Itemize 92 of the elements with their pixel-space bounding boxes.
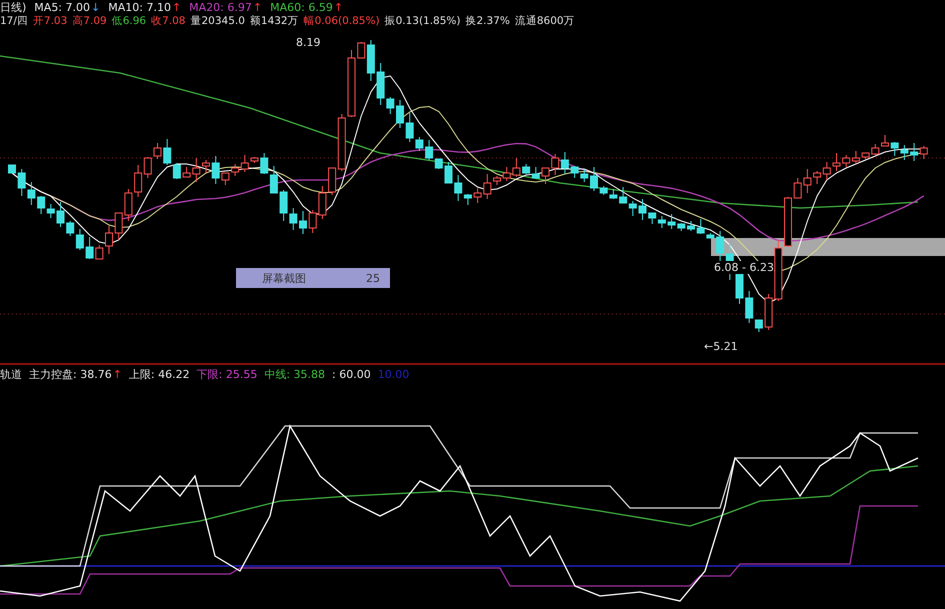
trend-arrow: ↑ [172,0,182,14]
moving-average-value: MA5: 7.00 [34,0,90,14]
candlestick [658,216,666,228]
candlestick [299,210,307,234]
candlestick [609,188,618,200]
candlestick [890,142,899,156]
candlestick [900,144,908,160]
candlestick [542,168,550,184]
candlestick [270,166,278,194]
quote-field: 额1432万 [250,14,299,28]
candlestick [794,178,802,198]
price-range-label: 6.08 - 6.23 [714,261,774,274]
candlestick [493,176,501,186]
candlestick [813,170,822,184]
candlestick [231,164,240,176]
indicator-value: 10.00 [378,368,410,380]
candlestick [396,100,404,128]
candlestick [46,204,55,218]
quote-field: 幅0.06(0.85%) [304,14,380,28]
candlestick [18,168,26,196]
high-price-label: 8.19 [296,36,320,49]
candlestick [920,146,928,160]
candlestick [628,200,637,216]
candlestick [619,186,628,204]
tooltip-title: 屏幕截图 [262,270,306,286]
candlestick [308,210,317,234]
chart-period: 日线) [0,0,26,14]
indicator-value: 中线: 35.88 [264,368,326,380]
indicator-value: 主力控盘: 38.76 [29,368,112,380]
candlestick [76,228,84,250]
candlestick [289,208,298,230]
candlestick [502,166,511,182]
candlestick [37,196,46,214]
candlestick [551,154,560,176]
candlestick [444,162,452,184]
indicator-value: : 60.00 [332,368,371,380]
quote-field: 高7.09 [72,14,107,28]
candlestick [881,134,889,146]
candlestick [240,154,249,172]
quote-field: 收7.08 [151,14,186,28]
trend-arrow: ↑ [334,0,344,14]
candlestick [318,186,326,220]
candlestick [56,202,64,228]
moving-average-value: MA10: 7.10 [108,0,171,14]
candlestick [852,150,860,164]
quote-field: 流通8600万 [514,14,575,28]
moving-average-value: MA20: 6.97 [189,0,252,14]
candlestick [600,186,608,196]
candlestick [154,142,162,160]
trend-arrow: ↑ [112,368,122,380]
candlestick [560,152,569,174]
moving-average-value: MA60: 6.59 [270,0,333,14]
candlestick [280,190,288,222]
candlestick [27,182,36,206]
quote-field: 振0.13(1.85%) [384,14,460,28]
candlestick [105,226,113,254]
candlestick [784,196,792,248]
quote-field: 开7.03 [32,14,68,28]
candlestick [8,164,16,174]
indicator-value: 下限: 25.55 [196,368,258,380]
candlestick [648,212,656,224]
candlestick [114,212,123,240]
candlestick [512,158,520,178]
candlestick [590,166,598,192]
candlestick [842,154,850,168]
candlestick [260,152,268,174]
quote-field: 低6.96 [112,14,146,28]
trend-arrow: ↑ [252,0,262,14]
low-price-label: ←5.21 [704,340,738,353]
quote-field: 换2.37% [466,14,510,28]
candlestick [687,220,695,232]
candlestick [832,152,840,172]
candlestick [348,50,356,118]
candlestick [803,168,812,194]
trend-arrow: ↓ [91,0,100,14]
candlestick [580,168,588,182]
candlestick [202,160,210,174]
indicator-name: 轨道 [0,366,22,382]
quote-date: 17/四 [0,14,28,28]
indicator-value: 上限: 46.22 [128,368,190,380]
candlestick [124,188,132,222]
candlestick [250,156,258,164]
candlestick [532,166,540,178]
tooltip-value: 25 [366,272,380,284]
candlestick [66,220,74,236]
candlestick [716,230,724,262]
candlestick [638,198,646,220]
candlestick [570,166,579,178]
candlestick [822,162,831,180]
quote-field: 量20345.0 [190,14,245,28]
candlestick [910,142,918,162]
candlestick [522,164,530,174]
